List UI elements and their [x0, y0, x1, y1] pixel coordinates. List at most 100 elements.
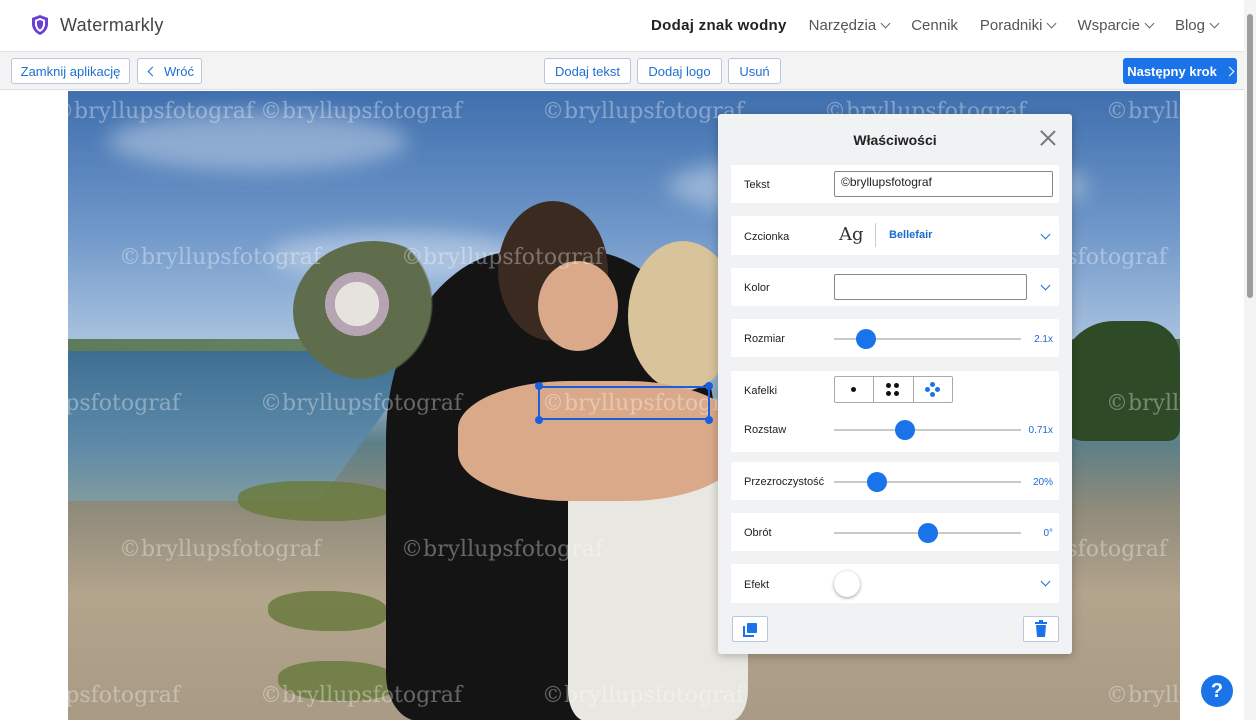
- delete-element-button[interactable]: [1023, 616, 1059, 642]
- watermark-tile: ©bryllupsfotograf: [260, 391, 462, 416]
- watermark-tile: ©bryllupsfotograf: [401, 537, 603, 562]
- chevron-left-icon: [147, 66, 158, 76]
- opacity-row: Przezroczystość 20%: [731, 462, 1059, 500]
- chevron-down-icon[interactable]: [1040, 280, 1051, 291]
- nav-guides[interactable]: Poradniki: [979, 17, 1057, 34]
- watermark-tile: ©bryllupsfotograf: [542, 99, 744, 124]
- nav-label: Blog: [1174, 17, 1205, 34]
- add-logo-button[interactable]: Dodaj logo: [637, 58, 722, 84]
- chevron-down-icon: [1209, 18, 1220, 29]
- font-row[interactable]: Czcionka Ag Bellefair: [731, 216, 1059, 255]
- size-slider[interactable]: [834, 329, 1021, 349]
- spacing-value: 0.71x: [1028, 425, 1053, 436]
- effect-toggle[interactable]: [834, 571, 860, 597]
- dot-icon: [929, 392, 935, 397]
- groom-face: [538, 261, 618, 351]
- trash-icon: [1035, 620, 1047, 637]
- page-scrollbar[interactable]: [1244, 0, 1256, 720]
- opacity-slider[interactable]: [834, 472, 1021, 492]
- brand-logo[interactable]: Watermarkly: [30, 14, 164, 36]
- dot-icon: [886, 383, 892, 388]
- nav-label: Wsparcie: [1077, 17, 1140, 34]
- effect-label: Efekt: [744, 579, 770, 591]
- chevron-down-icon: [1144, 18, 1155, 29]
- chevron-down-icon[interactable]: [1040, 576, 1051, 587]
- slider-thumb[interactable]: [855, 329, 876, 349]
- tree: [1060, 321, 1180, 441]
- nav-label: Poradniki: [979, 17, 1043, 34]
- watermark-tile: ©bryllupsfotograf: [542, 683, 744, 708]
- close-app-button[interactable]: Zamknij aplikację: [11, 58, 130, 84]
- watermark-tile: ©bryllupsfotograf: [68, 391, 180, 416]
- nav-pricing[interactable]: Cennik: [911, 17, 958, 34]
- button-label: Zamknij aplikację: [20, 63, 121, 79]
- size-row: Rozmiar 2.1x: [731, 319, 1059, 357]
- scrollbar-thumb[interactable]: [1247, 14, 1253, 298]
- spacing-label: Rozstaw: [744, 424, 787, 436]
- rotation-value: 0°: [1043, 528, 1053, 539]
- tiles-label: Kafelki: [744, 385, 778, 397]
- dot-icon: [929, 382, 935, 387]
- text-label: Tekst: [744, 179, 770, 191]
- resize-handle[interactable]: [535, 416, 543, 424]
- editor-toolbar: Zamknij aplikację Wróć Dodaj tekst Dodaj…: [0, 52, 1256, 90]
- font-name: Bellefair: [889, 229, 933, 241]
- rotation-slider[interactable]: [834, 523, 1021, 543]
- slider-thumb[interactable]: [917, 523, 938, 543]
- divider: [875, 223, 876, 247]
- button-label: Dodaj logo: [648, 63, 711, 79]
- button-label: Usuń: [739, 63, 770, 79]
- nav-tools[interactable]: Narzędzia: [808, 17, 891, 34]
- watermark-text-input[interactable]: ©bryllupsfotograf: [834, 171, 1053, 197]
- top-navbar: Watermarkly Dodaj znak wodny Narzędzia C…: [0, 0, 1256, 52]
- watermark-tile: ©bryllupsfotograf: [68, 683, 180, 708]
- resize-handle[interactable]: [705, 416, 713, 424]
- delete-button[interactable]: Usuń: [728, 58, 781, 84]
- dot-icon: [894, 391, 900, 396]
- help-button[interactable]: ?: [1201, 675, 1233, 707]
- back-button[interactable]: Wróć: [137, 58, 202, 84]
- next-step-button[interactable]: Następny krok: [1123, 58, 1237, 84]
- chevron-down-icon[interactable]: [1040, 229, 1051, 240]
- chevron-down-icon: [880, 18, 891, 29]
- dot-icon: [934, 387, 940, 392]
- resize-handle[interactable]: [705, 382, 713, 390]
- size-label: Rozmiar: [744, 333, 785, 345]
- chevron-right-icon: [1224, 66, 1235, 76]
- main-menu: Dodaj znak wodny Narzędzia Cennik Poradn…: [629, 17, 1220, 34]
- duplicate-button[interactable]: [732, 616, 768, 642]
- tile-diagonal-button[interactable]: [914, 377, 952, 402]
- properties-panel: Właściwości Tekst ©bryllupsfotograf Czci…: [718, 114, 1072, 654]
- font-preview: Ag: [839, 224, 864, 245]
- font-label: Czcionka: [744, 231, 790, 243]
- dot-icon: [894, 383, 900, 388]
- nav-support[interactable]: Wsparcie: [1077, 17, 1155, 34]
- color-label: Kolor: [744, 282, 770, 294]
- nav-add-watermark[interactable]: Dodaj znak wodny: [651, 17, 787, 34]
- duplicate-icon: [743, 623, 757, 637]
- slider-thumb[interactable]: [895, 420, 916, 440]
- add-text-button[interactable]: Dodaj tekst: [544, 58, 631, 84]
- tile-single-button[interactable]: [835, 377, 875, 402]
- close-icon[interactable]: [1040, 130, 1056, 146]
- size-value: 2.1x: [1034, 334, 1053, 345]
- tiles-selector: [834, 376, 953, 403]
- dot-icon: [886, 391, 892, 396]
- watermark-selection-box[interactable]: [538, 386, 710, 420]
- tiles-row: Kafelki Rozstaw 0.71x: [731, 371, 1059, 452]
- watermark-tile: ©bryllupsfotograf: [1106, 391, 1180, 416]
- resize-handle[interactable]: [535, 382, 543, 390]
- watermark-tile: ©bryllupsfotograf: [119, 537, 321, 562]
- spacing-slider[interactable]: [834, 420, 1021, 440]
- slider-thumb[interactable]: [867, 472, 887, 492]
- grass-patch: [238, 481, 398, 521]
- opacity-label: Przezroczystość: [744, 476, 825, 488]
- help-icon: ?: [1210, 679, 1224, 702]
- watermark-tile: ©bryllupsfotograf: [260, 683, 462, 708]
- nav-blog[interactable]: Blog: [1174, 17, 1220, 34]
- tile-grid-button[interactable]: [874, 377, 914, 402]
- chevron-down-icon: [1047, 18, 1057, 29]
- nav-label: Narzędzia: [808, 17, 877, 34]
- color-swatch[interactable]: [834, 274, 1027, 300]
- dot-icon: [924, 387, 930, 392]
